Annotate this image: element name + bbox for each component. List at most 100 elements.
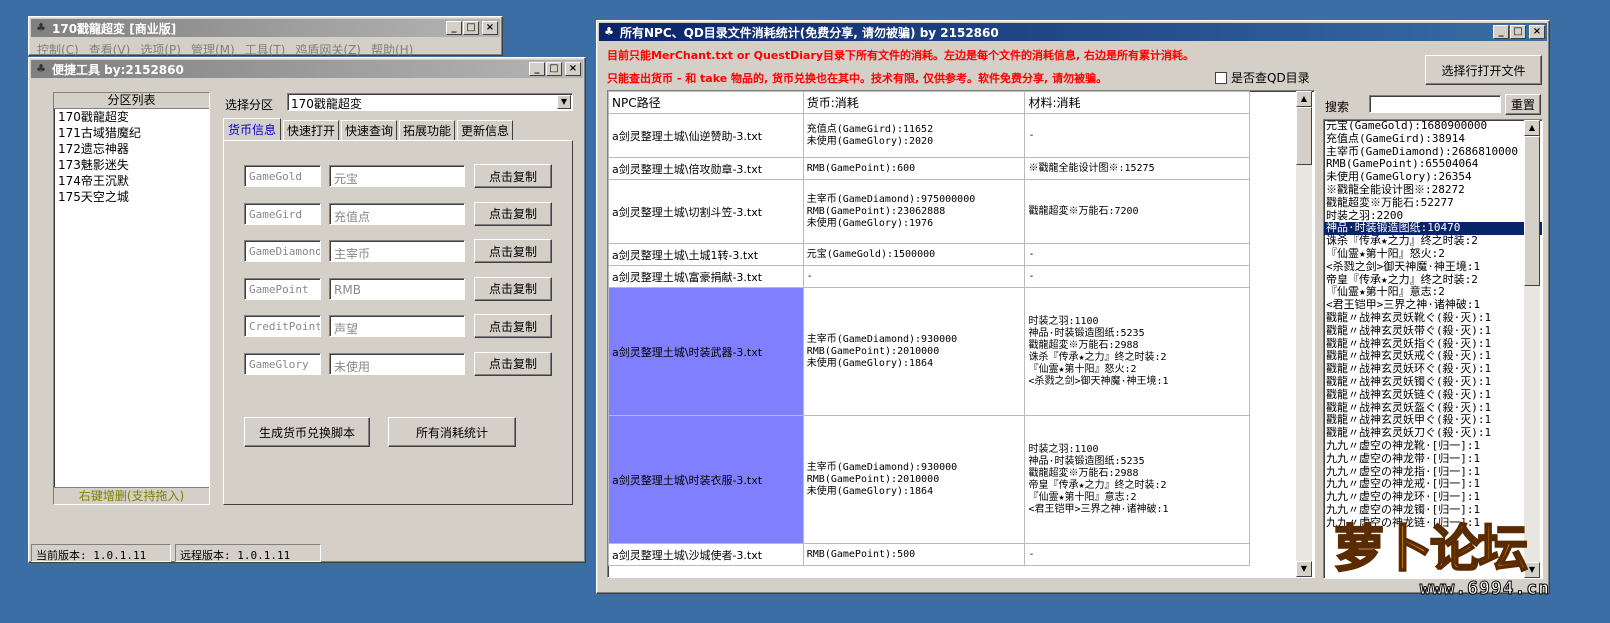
tool-window-titlebar[interactable]: ♣ 便捷工具 by:2152860 _ □ × — [31, 60, 583, 78]
cell-material[interactable]: ※戳龍全能设计图※:15275 — [1024, 157, 1250, 180]
cell-npc-path[interactable]: a剑灵整理土城\富豪捐献-3.txt — [608, 265, 804, 288]
stats-window-titlebar[interactable]: ♣ 所有NPC、QD目录文件消耗统计(免费分享, 请勿被骗) by 215286… — [599, 23, 1547, 41]
currency-name-field[interactable]: 充值点 — [329, 202, 465, 225]
tab-item[interactable]: 更新信息 — [457, 120, 513, 140]
menu-item[interactable]: 帮助(H) — [371, 41, 413, 58]
scroll-up-icon[interactable]: ▲ — [1524, 120, 1540, 136]
tab-item[interactable]: 快速查询 — [341, 120, 397, 140]
partition-item[interactable]: 172遗忘神器 — [54, 141, 209, 157]
currency-name-field[interactable]: 元宝 — [329, 165, 465, 187]
minimize-icon[interactable]: _ — [1493, 25, 1509, 39]
cell-currency[interactable]: 主宰币(GameDiamond):930000 RMB(GamePoint):20… — [802, 287, 1026, 416]
totals-item[interactable]: 戳龍〃战神玄灵妖镯ぐ(殺·灭):1 — [1324, 375, 1542, 389]
scroll-thumb[interactable] — [1524, 136, 1540, 286]
table-row[interactable]: a剑灵整理土城\切割斗笠-3.txt 主宰币(GameDiamond):97500… — [608, 179, 1250, 244]
cell-currency[interactable]: RMB(GamePoint):600 — [802, 157, 1026, 180]
close-icon[interactable]: × — [482, 21, 498, 35]
partition-item[interactable]: 173魅影迷失 — [54, 157, 209, 173]
partition-item[interactable]: 171古域猎魔纪 — [54, 125, 209, 141]
totals-item[interactable]: 戳龍〃战神玄灵妖链ぐ(殺·灭):1 — [1324, 388, 1542, 402]
cell-npc-path[interactable]: a剑灵整理土城\切割斗笠-3.txt — [608, 179, 804, 244]
close-icon[interactable]: × — [565, 62, 581, 76]
totals-item[interactable]: <杀戮之剑>御天神魔·神王境:1 — [1324, 260, 1542, 274]
menu-item[interactable]: 鸡盾网关(Z) — [295, 41, 361, 58]
totals-item[interactable]: 九九〃虚空の神龙镯·[归一]:1 — [1324, 503, 1542, 517]
totals-item[interactable]: 九九〃虚空の神龙环·[归一]:1 — [1324, 490, 1542, 504]
cell-npc-path[interactable]: a剑灵整理土城\时装武器-3.txt — [608, 287, 804, 416]
maximize-icon[interactable]: □ — [1510, 25, 1526, 39]
reset-button[interactable]: 重置 — [1505, 94, 1541, 115]
cell-material[interactable]: 时装之羽:1100 神品·时装锻造图纸:5235 戳龍超変※万能石:2988 帝皇『传… — [1024, 415, 1250, 544]
cell-currency[interactable]: - — [802, 265, 1026, 288]
scroll-up-icon[interactable]: ▲ — [1296, 91, 1312, 107]
currency-code-field[interactable]: CreditPoint — [244, 315, 321, 337]
menu-item[interactable]: 控制(C) — [37, 41, 79, 58]
cell-material[interactable]: 时装之羽:1100 神品·时装锻造图纸:5235 戳龍超変※万能石:2988 诛杀『传… — [1024, 287, 1250, 416]
table-row[interactable]: a剑灵整理土城\仙逆赞助-3.txt 充值点(GameGird):11652 未使用… — [608, 113, 1250, 158]
table-row[interactable]: a剑灵整理土城\倍攻勋章-3.txt RMB(GamePoint):600 ※戳龍全… — [608, 157, 1250, 180]
totals-item[interactable]: 元宝(GameGold):1680900000 — [1324, 120, 1542, 133]
totals-list[interactable]: 元宝(GameGold):1680900000 充值点(GameGird):389… — [1323, 119, 1543, 579]
col-currency[interactable]: 货币:消耗 — [802, 91, 1026, 114]
minimize-icon[interactable]: _ — [529, 62, 545, 76]
totals-item[interactable]: 戳龍〃战神玄灵妖靴ぐ(殺·灭):1 — [1324, 311, 1542, 325]
totals-item[interactable]: 戳龍〃战神玄灵妖刀ぐ(殺·灭):1 — [1324, 426, 1542, 440]
menu-item[interactable]: 查看(V) — [89, 41, 131, 58]
totals-item[interactable]: 『仙霊★第十阳』怒火:2 — [1324, 247, 1542, 261]
totals-item[interactable]: ※戳龍全能设计图※:28272 — [1324, 183, 1542, 197]
cell-material[interactable]: - — [1024, 543, 1250, 566]
cell-npc-path[interactable]: a剑灵整理土城\沙城使者-3.txt — [608, 543, 804, 566]
cell-currency[interactable]: 主宰币(GameDiamond):930000 RMB(GamePoint):20… — [802, 415, 1026, 544]
partition-item[interactable]: 170戳龍超変 — [54, 109, 209, 125]
cell-currency[interactable]: 充值点(GameGird):11652 未使用(GameGlory):2020 — [802, 113, 1026, 158]
cell-npc-path[interactable]: a剑灵整理土城\倍攻勋章-3.txt — [608, 157, 804, 180]
check-qd-checkbox[interactable]: 是否查QD目录 — [1215, 69, 1310, 86]
totals-item[interactable]: 戳龍〃战神玄灵妖带ぐ(殺·灭):1 — [1324, 324, 1542, 338]
cell-npc-path[interactable]: a剑灵整理土城\时装衣服-3.txt — [608, 415, 804, 544]
cell-material[interactable]: 戳龍超変※万能石:7200 — [1024, 179, 1250, 244]
tab-item[interactable]: 货币信息 — [223, 118, 281, 140]
scroll-down-icon[interactable]: ▼ — [1296, 561, 1312, 577]
totals-vertical-scrollbar[interactable]: ▲ ▼ — [1524, 120, 1540, 578]
cell-material[interactable]: - — [1024, 113, 1250, 158]
totals-item[interactable]: 戳龍超変※万能石:52277 — [1324, 196, 1542, 210]
cell-material[interactable]: - — [1024, 265, 1250, 288]
currency-name-field[interactable]: 主宰币 — [329, 240, 465, 262]
menu-item[interactable]: 选项(P) — [140, 41, 181, 58]
copy-button[interactable]: 点击复制 — [474, 164, 552, 188]
checkbox-box[interactable] — [1215, 71, 1227, 84]
search-input[interactable] — [1369, 95, 1501, 113]
currency-code-field[interactable]: GameGold — [244, 165, 321, 187]
cell-npc-path[interactable]: a剑灵整理土城\土城1转-3.txt — [608, 243, 804, 266]
scroll-thumb[interactable] — [1296, 107, 1312, 165]
copy-button[interactable]: 点击复制 — [474, 201, 552, 226]
table-row[interactable]: a剑灵整理土城\时装武器-3.txt 主宰币(GameDiamond):93000… — [608, 287, 1250, 416]
minimize-icon[interactable]: _ — [446, 21, 462, 35]
currency-name-field[interactable]: 未使用 — [329, 352, 465, 375]
table-row[interactable]: a剑灵整理土城\土城1转-3.txt 元宝(GameGold):1500000 - — [608, 243, 1250, 266]
tab-item[interactable]: 快速打开 — [283, 120, 339, 140]
menu-item[interactable]: 工具(T) — [245, 41, 286, 58]
all-consumption-stats-button[interactable]: 所有消耗统计 — [388, 417, 516, 447]
close-icon[interactable]: × — [1529, 25, 1545, 39]
cell-material[interactable]: - — [1024, 243, 1250, 266]
copy-button[interactable]: 点击复制 — [474, 351, 552, 376]
currency-code-field[interactable]: GameDiamond — [244, 240, 321, 262]
maximize-icon[interactable]: □ — [546, 62, 562, 76]
open-selected-row-button[interactable]: 选择行打开文件 — [1425, 55, 1542, 85]
currency-code-field[interactable]: GamePoint — [244, 277, 321, 300]
partition-select[interactable]: 170戳龍超変 ▼ — [287, 93, 573, 111]
currency-name-field[interactable]: RMB — [329, 277, 465, 300]
tab-item[interactable]: 拓展功能 — [399, 120, 455, 140]
copy-button[interactable]: 点击复制 — [474, 314, 552, 338]
cell-currency[interactable]: 元宝(GameGold):1500000 — [802, 243, 1026, 266]
cell-currency[interactable]: RMB(GamePoint):500 — [802, 543, 1026, 566]
table-vertical-scrollbar[interactable]: ▲ ▼ — [1296, 91, 1312, 577]
consumption-table[interactable]: NPC路径 货币:消耗 材料:消耗 a剑灵整理土城\仙逆赞助-3.txt 充值点(… — [607, 90, 1315, 578]
table-row[interactable]: a剑灵整理土城\沙城使者-3.txt RMB(GamePoint):500 - — [608, 543, 1250, 566]
main-window-titlebar[interactable]: ♣ 170戳龍超変 [商业版] _ □ × — [31, 19, 500, 37]
generate-script-button[interactable]: 生成货币兑换脚本 — [244, 417, 370, 447]
menu-item[interactable]: 管理(M) — [191, 41, 235, 58]
cell-currency[interactable]: 主宰币(GameDiamond):975000000 RMB(GamePoint)… — [802, 179, 1026, 244]
copy-button[interactable]: 点击复制 — [474, 239, 552, 263]
